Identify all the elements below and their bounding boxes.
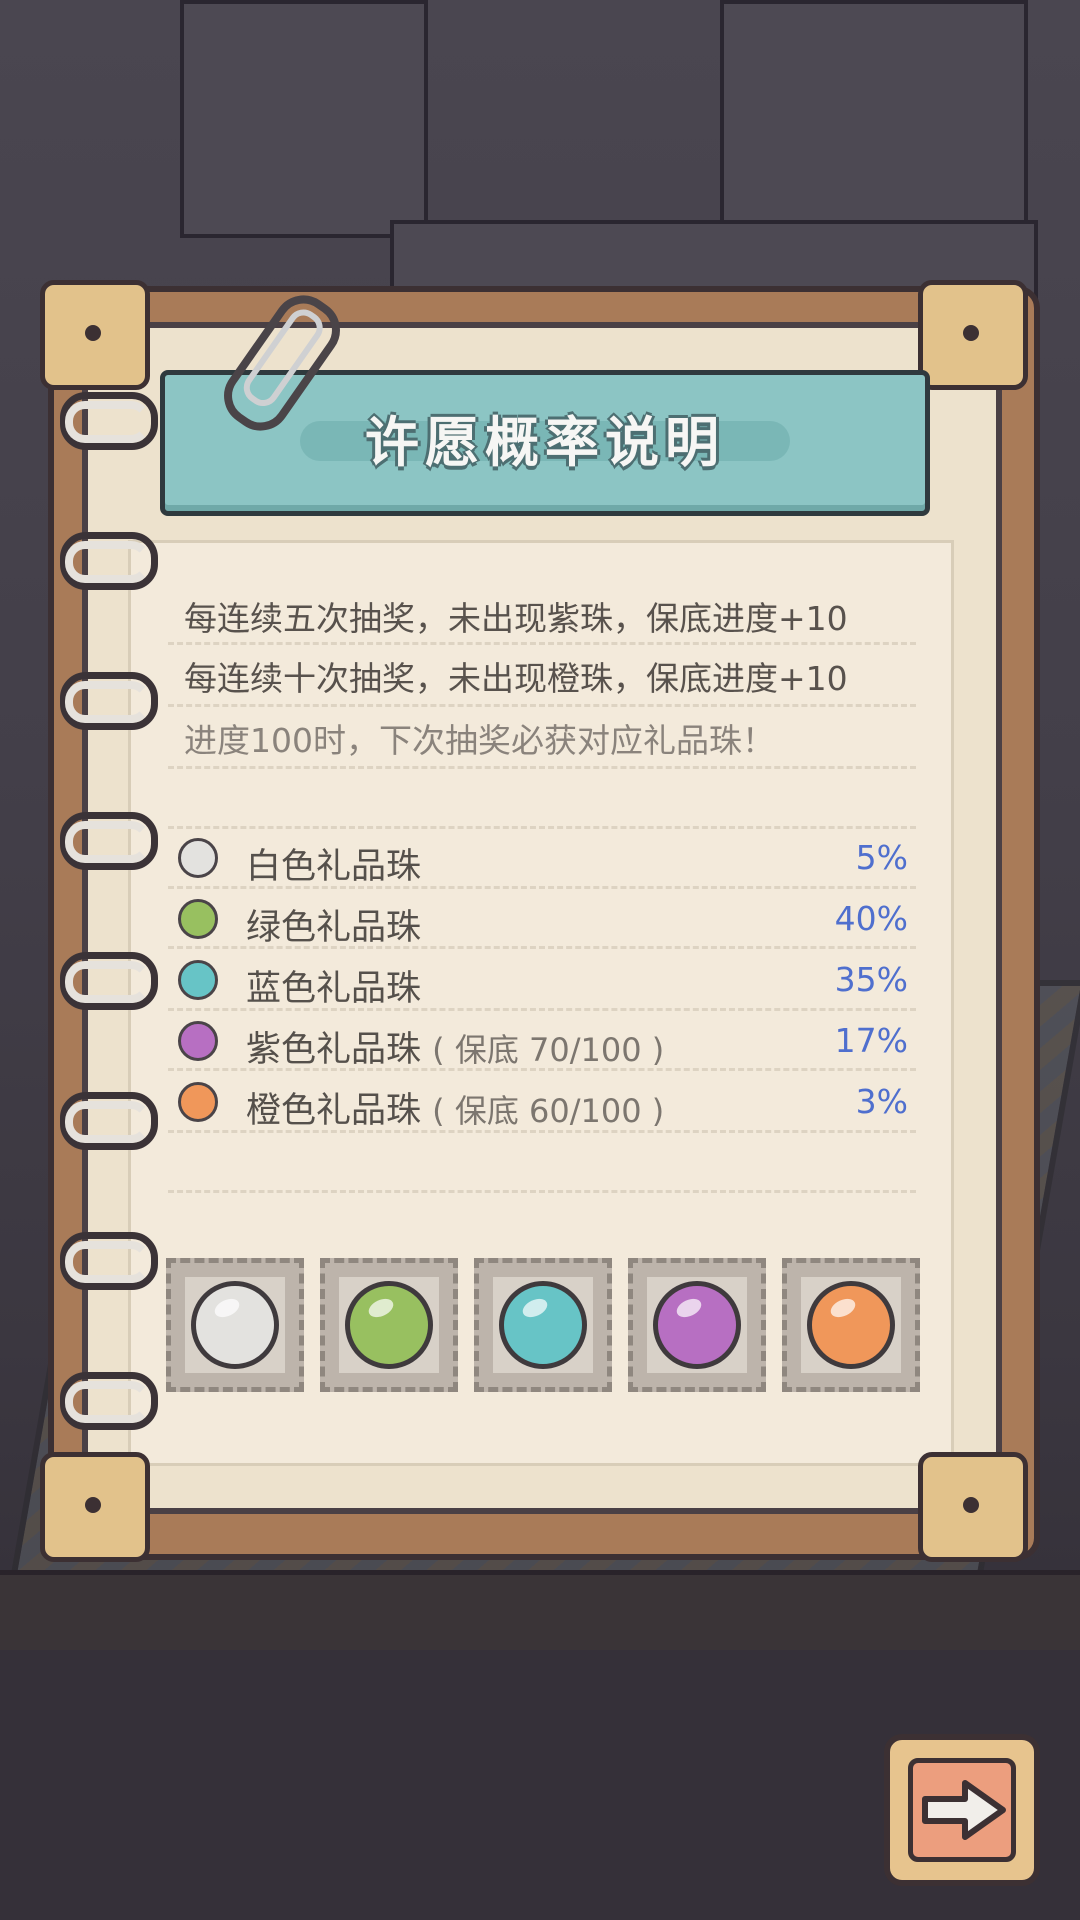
page-rule-line <box>168 1130 916 1133</box>
binder-ring <box>60 812 158 870</box>
page-rule-line <box>168 946 916 949</box>
item-name-wrap: 紫色礼品珠 ( 保底 70/100 ) <box>246 1021 664 1072</box>
purple-orb-icon <box>653 1281 741 1369</box>
page-rule-line <box>168 886 916 889</box>
bead-stamp-purple <box>628 1258 766 1392</box>
item-probability: 35% <box>834 960 908 999</box>
background-shelf <box>0 1570 1080 1660</box>
probability-row-blue: 蓝色礼品珠 35% <box>178 954 916 1010</box>
binder-ring <box>60 1372 158 1430</box>
bead-stamp-green <box>320 1258 458 1392</box>
probability-row-orange: 橙色礼品珠 ( 保底 60/100 ) 3% <box>178 1076 916 1132</box>
item-name-wrap: 橙色礼品珠 ( 保底 60/100 ) <box>246 1082 664 1133</box>
page-rule-line <box>168 642 916 645</box>
rule-note-3: 进度100时，下次抽奖必获对应礼品珠！ <box>184 721 775 760</box>
arrow-right-icon <box>922 1780 1006 1840</box>
next-button-face[interactable] <box>908 1758 1016 1862</box>
page-rule-line <box>168 704 916 707</box>
bead-stamp-white <box>166 1258 304 1392</box>
corner-bracket-bottom-right <box>918 1452 1028 1562</box>
rule-note-2: 每连续十次抽奖，未出现橙珠，保底进度+10 <box>184 659 848 698</box>
white-bead-icon <box>178 838 218 878</box>
bead-stamp-blue <box>474 1258 612 1392</box>
probability-row-white: 白色礼品珠 5% <box>178 832 916 888</box>
binder-ring <box>60 1092 158 1150</box>
page-rule-line <box>168 766 916 769</box>
corner-bracket-top-right <box>918 280 1028 390</box>
orange-orb-icon <box>807 1281 895 1369</box>
orange-bead-icon <box>178 1082 218 1122</box>
rule-note-1: 每连续五次抽奖，未出现紫珠，保底进度+10 <box>184 599 848 638</box>
background-plank <box>720 0 1028 228</box>
item-probability: 3% <box>855 1082 908 1121</box>
item-probability: 40% <box>834 899 908 938</box>
item-name-wrap: 蓝色礼品珠 <box>246 960 421 1011</box>
item-probability: 17% <box>834 1021 908 1060</box>
item-probability: 5% <box>855 838 908 877</box>
item-guarantee: ( 保底 70/100 ) <box>432 1031 665 1069</box>
white-orb-icon <box>191 1281 279 1369</box>
item-name-wrap: 白色礼品珠 <box>246 838 421 889</box>
item-name-wrap: 绿色礼品珠 <box>246 899 421 950</box>
item-guarantee: ( 保底 60/100 ) <box>432 1092 665 1130</box>
purple-bead-icon <box>178 1021 218 1061</box>
blue-bead-icon <box>178 960 218 1000</box>
next-button[interactable] <box>884 1734 1040 1886</box>
page-rule-line <box>168 1008 916 1011</box>
probability-row-purple: 紫色礼品珠 ( 保底 70/100 ) 17% <box>178 1015 916 1071</box>
green-bead-icon <box>178 899 218 939</box>
green-orb-icon <box>345 1281 433 1369</box>
corner-bracket-top-left <box>40 280 150 390</box>
blue-orb-icon <box>499 1281 587 1369</box>
binder-ring <box>60 1232 158 1290</box>
binder-ring <box>60 532 158 590</box>
page-rule-line <box>168 1190 916 1193</box>
page-rule-line <box>168 826 916 829</box>
binder-ring <box>60 952 158 1010</box>
item-name: 橙色礼品珠 <box>246 1091 422 1131</box>
binder-ring <box>60 672 158 730</box>
corner-bracket-bottom-left <box>40 1452 150 1562</box>
item-name: 绿色礼品珠 <box>246 908 422 948</box>
page-rule-line <box>168 1068 916 1071</box>
item-name: 白色礼品珠 <box>246 847 422 887</box>
item-name: 蓝色礼品珠 <box>246 969 422 1009</box>
background-plank <box>180 0 428 238</box>
bead-stamp-orange <box>782 1258 920 1392</box>
binder-ring <box>60 392 158 450</box>
item-name: 紫色礼品珠 <box>246 1030 422 1070</box>
probability-row-green: 绿色礼品珠 40% <box>178 893 916 949</box>
